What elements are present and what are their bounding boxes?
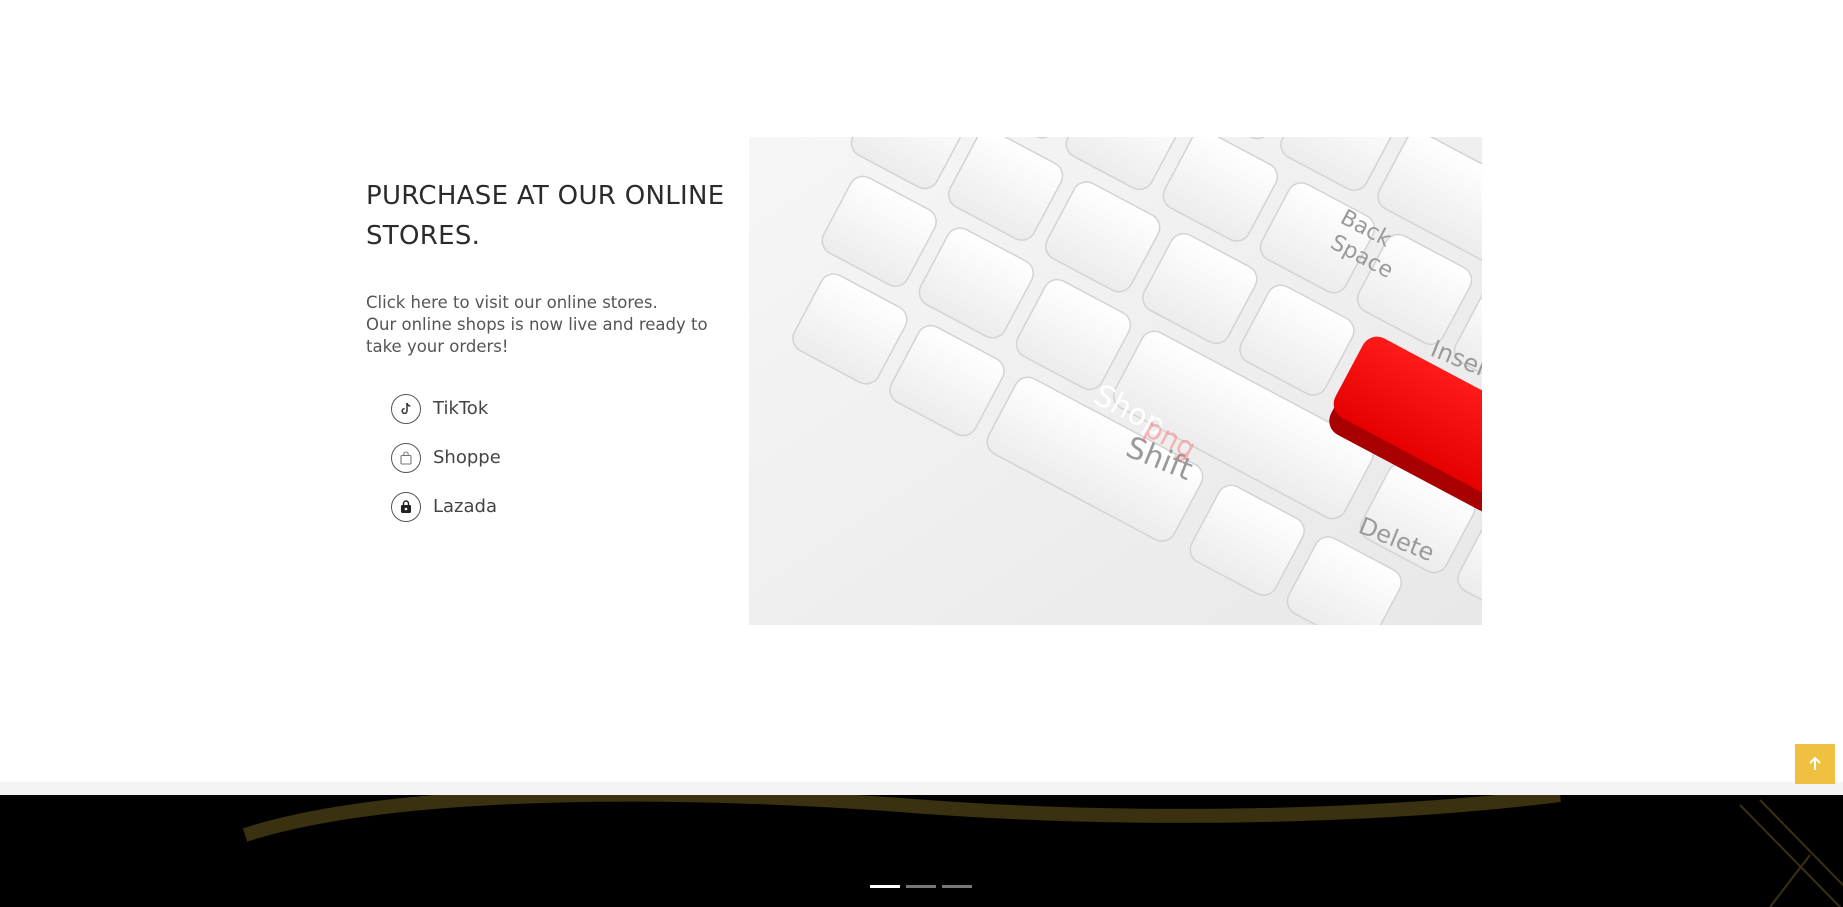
store-link-shoppe[interactable]: Shoppe — [391, 433, 726, 482]
online-stores-section: PURCHASE AT OUR ONLINE STORES. Click her… — [0, 0, 1843, 782]
store-label-lazada: Lazada — [433, 496, 497, 517]
arrow-up-icon — [1809, 756, 1821, 770]
description-line-2: Our online shops is now live and ready t… — [366, 315, 708, 356]
store-label-tiktok: TikTok — [433, 398, 489, 419]
section-headline: PURCHASE AT OUR ONLINE STORES. — [366, 181, 725, 251]
store-links-list: TikTok Shoppe Lazada — [391, 384, 726, 531]
section-divider — [0, 782, 1843, 795]
stores-text-column: PURCHASE AT OUR ONLINE STORES. Click her… — [366, 176, 726, 531]
carousel-indicators — [870, 885, 972, 888]
lock-bag-icon — [391, 491, 421, 522]
keyboard-shop-image: Shift Delete Inser Back Space Shop png — [749, 137, 1482, 625]
shopping-bag-icon — [391, 442, 421, 473]
tiktok-icon — [391, 393, 421, 424]
store-label-shoppe: Shoppe — [433, 447, 501, 468]
store-link-lazada[interactable]: Lazada — [391, 482, 726, 531]
carousel-dot-3[interactable] — [942, 885, 972, 888]
store-link-tiktok[interactable]: TikTok — [391, 384, 726, 433]
description-line-1[interactable]: Click here to visit our online stores. — [366, 292, 726, 314]
section-description: Click here to visit our online stores. O… — [366, 292, 726, 358]
scroll-to-top-button[interactable] — [1795, 744, 1835, 784]
gold-swoosh-decoration — [242, 795, 1843, 907]
footer-banner — [0, 795, 1843, 907]
carousel-dot-2[interactable] — [906, 885, 936, 888]
carousel-dot-1[interactable] — [870, 885, 900, 888]
